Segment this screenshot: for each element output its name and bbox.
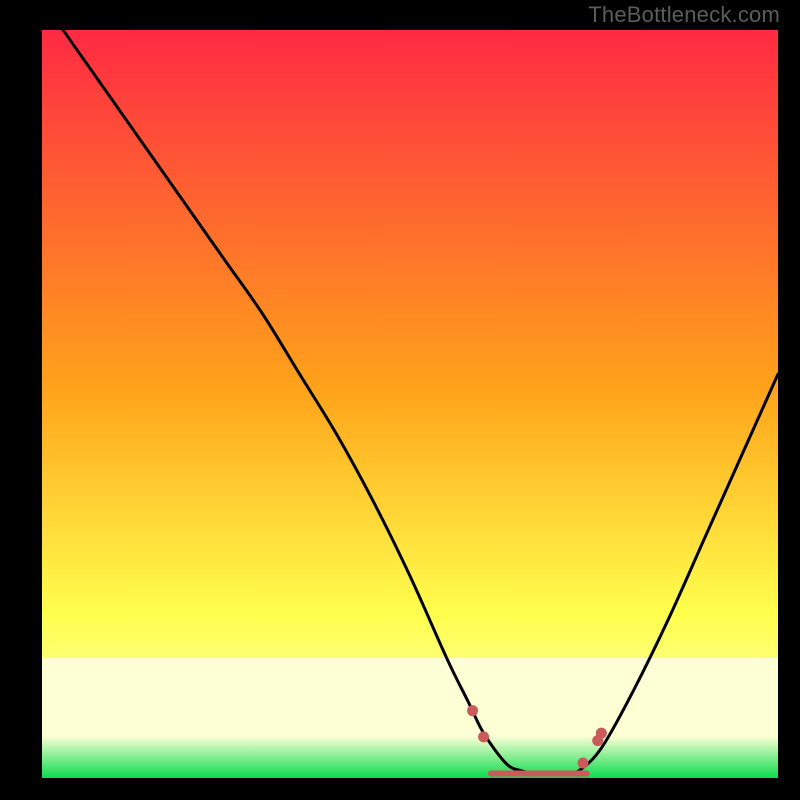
- gradient-yellow-green: [42, 658, 778, 778]
- chart-frame: TheBottleneck.com: [0, 0, 800, 800]
- gradient-plot-area: [42, 30, 778, 778]
- watermark-text: TheBottleneck.com: [588, 2, 780, 28]
